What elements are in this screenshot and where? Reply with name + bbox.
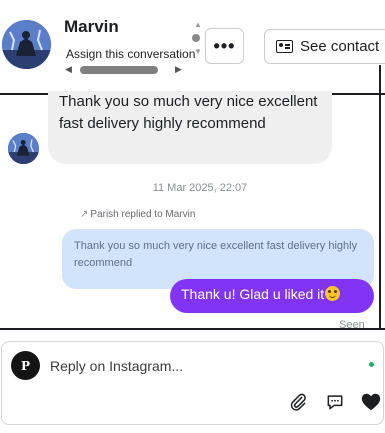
assign-conversation-dropdown[interactable]: Assign this conversation ▲ ▼ ◀ ▶ [62,20,208,79]
conversation-panel: Marvin Assign this conversation ▲ ▼ ◀ ▶ … [0,0,385,433]
message-timestamp: 11 Mar 2025, 22:07 [152,182,248,194]
scroll-up-arrow-icon[interactable]: ▲ [194,20,202,29]
reply-note-text: Parish replied to Marvin [90,209,196,220]
attach-button[interactable] [286,390,310,414]
incoming-message-bubble[interactable]: Thank you so much very nice excellent fa… [48,91,332,164]
scroll-left-arrow-icon[interactable]: ◀ [65,64,72,75]
panel-right-border [379,65,381,329]
see-contact-label: See contact [300,38,380,55]
like-button[interactable] [359,390,383,414]
quick-reply-button[interactable] [323,390,347,414]
quoted-message-text: Thank you so much very nice excellent fa… [74,240,358,269]
reply-input[interactable] [50,356,350,376]
heart-icon [361,393,381,411]
contact-card-icon [276,40,293,53]
scroll-right-arrow-icon[interactable]: ▶ [175,64,182,75]
see-contact-button[interactable]: See contact [264,29,385,64]
scroll-down-arrow-icon[interactable]: ▼ [194,47,202,56]
reply-composer: P [1,341,384,425]
sender-avatar[interactable] [8,133,39,164]
message-thread[interactable]: Thank you so much very nice excellent fa… [0,91,378,331]
attach-icon [290,393,306,411]
contact-name[interactable]: Marvin [64,17,119,37]
online-status-dot [369,362,374,367]
reply-arrow-icon: ↗ [80,209,89,220]
contact-avatar[interactable] [2,20,51,69]
composer-divider [0,328,385,330]
page-avatar[interactable]: P [11,351,40,380]
quick-reply-icon [327,395,343,410]
reply-indicator: ↗ Parish replied to Marvin [80,209,195,220]
incoming-message-text: Thank you so much very nice excellent fa… [59,93,318,132]
conversation-header: Marvin Assign this conversation ▲ ▼ ◀ ▶ … [0,0,385,94]
assign-conversation-label: Assign this conversation [66,47,196,61]
outgoing-message-text: Thank u! Glad u liked it [181,286,325,302]
vertical-scrollbar-thumb[interactable] [192,34,200,42]
smile-emoji-icon [325,286,341,301]
more-options-button[interactable]: ••• [205,28,244,64]
outgoing-message-bubble[interactable]: Thank u! Glad u liked it [170,279,374,313]
horizontal-scrollbar-thumb[interactable] [80,66,158,74]
